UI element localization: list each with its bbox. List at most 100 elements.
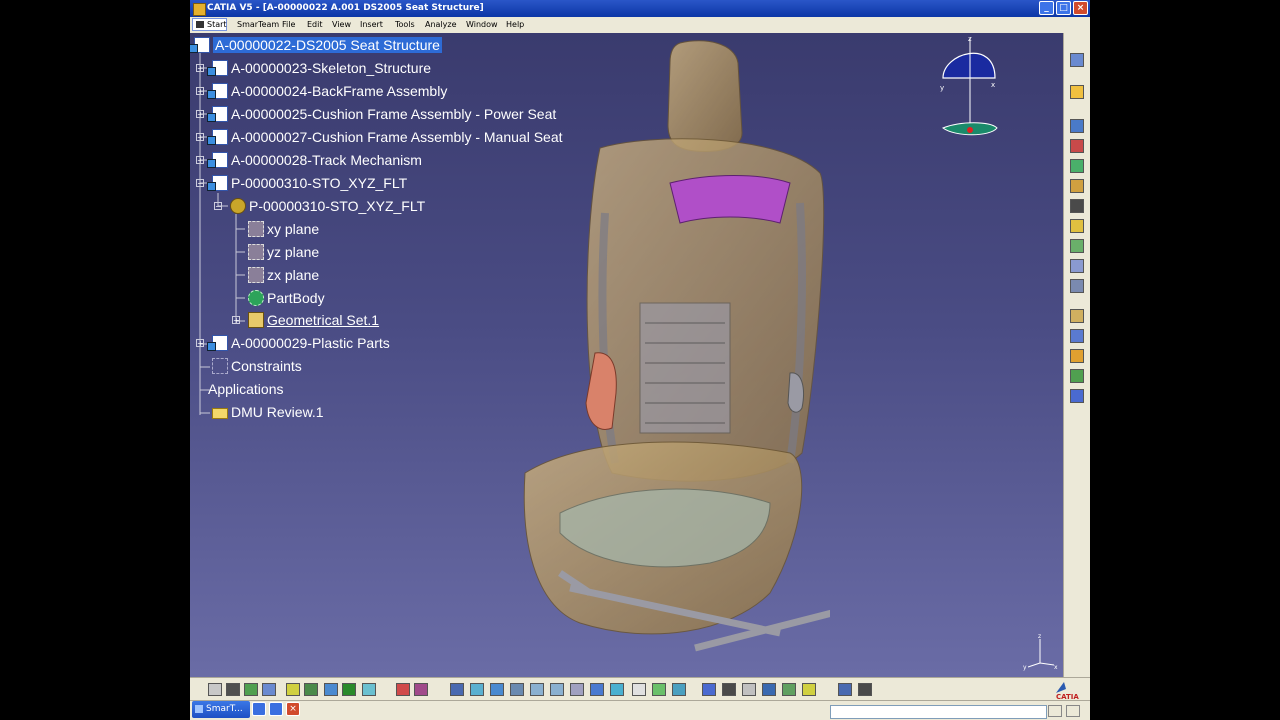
- zoom-in-icon[interactable]: [530, 683, 544, 696]
- tree-node-xy-plane[interactable]: xy plane: [248, 221, 319, 237]
- contact-constraint-icon[interactable]: [1070, 329, 1084, 343]
- menu-analyze[interactable]: Analyze: [425, 17, 457, 33]
- tree-node-dmu-review[interactable]: DMU Review.1: [212, 404, 324, 420]
- save-icon[interactable]: [244, 683, 258, 696]
- menu-window[interactable]: Window: [466, 17, 498, 33]
- tree-node-constraints[interactable]: Constraints: [212, 358, 302, 374]
- tree-node-skeleton[interactable]: A-00000023-Skeleton_Structure: [207, 60, 431, 76]
- menu-smarteam[interactable]: SmarTeam: [237, 17, 279, 33]
- redo-icon[interactable]: [362, 683, 376, 696]
- start-menu[interactable]: Start: [192, 18, 227, 31]
- tree-root[interactable]: A-00000022-DS2005 Seat Structure: [190, 37, 442, 53]
- tree-node-geometrical-set[interactable]: Geometrical Set.1: [248, 312, 379, 328]
- graph-tree-icon[interactable]: [1070, 219, 1084, 233]
- open-icon[interactable]: [226, 683, 240, 696]
- expand-toggle[interactable]: +: [196, 156, 204, 165]
- section-icon[interactable]: [742, 683, 756, 696]
- taskbar-maximize-button[interactable]: [269, 702, 283, 716]
- menu-tools[interactable]: Tools: [395, 17, 415, 33]
- snap-icon[interactable]: [1070, 279, 1084, 293]
- undo-icon[interactable]: [342, 683, 356, 696]
- manipulation-icon[interactable]: [1070, 259, 1084, 273]
- normal-view-icon[interactable]: [570, 683, 584, 696]
- fix-component-icon[interactable]: [1070, 389, 1084, 403]
- product-structure-icon[interactable]: [1070, 53, 1084, 67]
- select-arrow-icon[interactable]: [1070, 85, 1084, 99]
- tree-node-plastic-parts[interactable]: A-00000029-Plastic Parts: [207, 335, 390, 351]
- coincidence-constraint-icon[interactable]: [1070, 309, 1084, 323]
- triad-y-label: y: [1023, 664, 1027, 671]
- smarteam-query-icon[interactable]: [414, 683, 428, 696]
- title-bar[interactable]: CATIA V5 - [A-00000022 A.001 DS2005 Seat…: [190, 0, 1090, 17]
- taskbar-smarteam-button[interactable]: SmarT...: [192, 701, 250, 718]
- tree-node-applications[interactable]: Applications: [208, 381, 284, 397]
- tree-node-yz-plane[interactable]: yz plane: [248, 244, 319, 260]
- smarteam-save-icon[interactable]: [396, 683, 410, 696]
- expand-toggle[interactable]: +: [196, 110, 204, 119]
- expand-toggle[interactable]: +: [196, 87, 204, 96]
- new-product-icon[interactable]: [1070, 139, 1084, 153]
- copy-icon[interactable]: [304, 683, 318, 696]
- command-input[interactable]: [830, 705, 1047, 719]
- pan-icon[interactable]: [490, 683, 504, 696]
- tree-node-cushion-manual[interactable]: A-00000027-Cushion Frame Assembly - Manu…: [207, 129, 563, 145]
- taskbar-close-button[interactable]: ×: [286, 702, 300, 716]
- specification-tree: A-00000022-DS2005 Seat Structure A-00000…: [190, 33, 610, 433]
- partbody-gear-icon: [248, 290, 264, 306]
- status-button[interactable]: [1048, 705, 1062, 717]
- 3d-viewport[interactable]: A-00000022-DS2005 Seat Structure A-00000…: [190, 33, 1063, 677]
- iso-view-icon[interactable]: [610, 683, 624, 696]
- annotation-icon[interactable]: [802, 683, 816, 696]
- tree-node-part[interactable]: P-00000310-STO_XYZ_FLT: [230, 198, 425, 214]
- multi-view-icon[interactable]: [590, 683, 604, 696]
- menu-help[interactable]: Help: [506, 17, 524, 33]
- tree-node-part-instance[interactable]: P-00000310-STO_XYZ_FLT: [207, 175, 407, 191]
- cut-icon[interactable]: [286, 683, 300, 696]
- tree-node-cushion-power[interactable]: A-00000025-Cushion Frame Assembly - Powe…: [207, 106, 556, 122]
- print-icon[interactable]: [262, 683, 276, 696]
- menu-view[interactable]: View: [332, 17, 351, 33]
- tree-node-backframe[interactable]: A-00000024-BackFrame Assembly: [207, 83, 447, 99]
- angle-constraint-icon[interactable]: [1070, 369, 1084, 383]
- expand-toggle[interactable]: +: [196, 339, 204, 348]
- hide-show-icon[interactable]: [652, 683, 666, 696]
- compass-widget[interactable]: z x y: [935, 33, 1015, 153]
- measure-icon[interactable]: [702, 683, 716, 696]
- status-button[interactable]: [1066, 705, 1080, 717]
- menu-edit[interactable]: Edit: [307, 17, 323, 33]
- generate-numbering-icon[interactable]: [1070, 239, 1084, 253]
- rotate-icon[interactable]: [510, 683, 524, 696]
- offset-constraint-icon[interactable]: [1070, 349, 1084, 363]
- replace-component-icon[interactable]: [1070, 199, 1084, 213]
- paste-icon[interactable]: [324, 683, 338, 696]
- fit-all-icon[interactable]: [470, 683, 484, 696]
- swap-space-icon[interactable]: [672, 683, 686, 696]
- window-controls: _ □ ×: [1039, 1, 1088, 15]
- compare-icon[interactable]: [838, 683, 852, 696]
- menu-file[interactable]: File: [282, 17, 295, 33]
- taskbar-restore-button[interactable]: [252, 702, 266, 716]
- collapse-toggle[interactable]: −: [214, 202, 222, 211]
- grid-icon[interactable]: [858, 683, 872, 696]
- distance-icon[interactable]: [782, 683, 796, 696]
- shading-icon[interactable]: [632, 683, 646, 696]
- tree-node-partbody[interactable]: PartBody: [248, 290, 325, 306]
- maximize-button[interactable]: □: [1056, 1, 1071, 15]
- collapse-toggle[interactable]: −: [196, 179, 204, 188]
- menu-insert[interactable]: Insert: [360, 17, 383, 33]
- close-button[interactable]: ×: [1073, 1, 1088, 15]
- expand-toggle[interactable]: +: [232, 316, 240, 325]
- clash-icon[interactable]: [722, 683, 736, 696]
- tree-node-track[interactable]: A-00000028-Track Mechanism: [207, 152, 422, 168]
- new-icon[interactable]: [208, 683, 222, 696]
- minimize-button[interactable]: _: [1039, 1, 1054, 15]
- expand-toggle[interactable]: +: [196, 64, 204, 73]
- tree-node-zx-plane[interactable]: zx plane: [248, 267, 319, 283]
- existing-component-icon[interactable]: [1070, 179, 1084, 193]
- new-part-icon[interactable]: [1070, 159, 1084, 173]
- expand-toggle[interactable]: +: [196, 133, 204, 142]
- search-icon[interactable]: [762, 683, 776, 696]
- new-component-icon[interactable]: [1070, 119, 1084, 133]
- zoom-out-icon[interactable]: [550, 683, 564, 696]
- fly-mode-icon[interactable]: [450, 683, 464, 696]
